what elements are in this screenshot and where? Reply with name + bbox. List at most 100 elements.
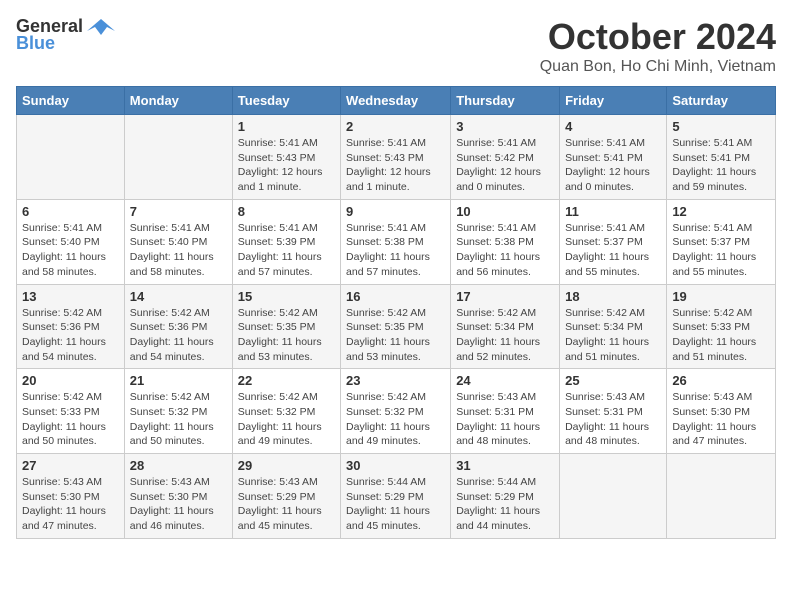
day-number: 4 (565, 119, 661, 134)
day-info: Sunrise: 5:44 AM Sunset: 5:29 PM Dayligh… (456, 475, 554, 534)
day-info: Sunrise: 5:41 AM Sunset: 5:41 PM Dayligh… (672, 136, 770, 195)
table-cell: 24Sunrise: 5:43 AM Sunset: 5:31 PM Dayli… (451, 369, 560, 454)
day-info: Sunrise: 5:42 AM Sunset: 5:33 PM Dayligh… (22, 390, 119, 449)
day-number: 29 (238, 458, 335, 473)
table-cell: 6Sunrise: 5:41 AM Sunset: 5:40 PM Daylig… (17, 199, 125, 284)
day-info: Sunrise: 5:41 AM Sunset: 5:37 PM Dayligh… (672, 221, 770, 280)
day-info: Sunrise: 5:42 AM Sunset: 5:36 PM Dayligh… (130, 306, 227, 365)
table-cell: 19 Sunrise: 5:42 AM Sunset: 5:33 PM Dayli… (667, 284, 776, 369)
day-number: 8 (238, 204, 335, 219)
title-section: October 2024 Quan Bon, Ho Chi Minh, Viet… (540, 16, 776, 76)
table-cell: 22 Sunrise: 5:42 AM Sunset: 5:32 PM Dayli… (232, 369, 340, 454)
header-thursday: Thursday (451, 87, 560, 115)
day-number: 11 (565, 204, 661, 219)
day-info: Sunrise: 5:42 AM Sunset: 5:32 PM Dayligh… (130, 390, 227, 449)
day-number: 19 (672, 289, 770, 304)
day-info: Sunrise: 5:43 AM Sunset: 5:31 PM Dayligh… (456, 390, 554, 449)
day-number: 20 (22, 373, 119, 388)
day-number: 13 (22, 289, 119, 304)
table-cell: 30Sunrise: 5:44 AM Sunset: 5:29 PM Dayli… (341, 454, 451, 539)
header-saturday: Saturday (667, 87, 776, 115)
calendar-title: October 2024 (540, 16, 776, 58)
day-info: Sunrise: 5:43 AM Sunset: 5:29 PM Dayligh… (238, 475, 335, 534)
day-number: 1 (238, 119, 335, 134)
day-info: Sunrise: 5:42 AM Sunset: 5:35 PM Dayligh… (238, 306, 335, 365)
day-info: Sunrise: 5:43 AM Sunset: 5:31 PM Dayligh… (565, 390, 661, 449)
header-tuesday: Tuesday (232, 87, 340, 115)
table-cell: 8 Sunrise: 5:41 AM Sunset: 5:39 PM Daylig… (232, 199, 340, 284)
table-cell: 15 Sunrise: 5:42 AM Sunset: 5:35 PM Dayli… (232, 284, 340, 369)
week-row-4: 20 Sunrise: 5:42 AM Sunset: 5:33 PM Dayli… (17, 369, 776, 454)
day-number: 16 (346, 289, 445, 304)
table-cell: 11 Sunrise: 5:41 AM Sunset: 5:37 PM Dayli… (560, 199, 667, 284)
week-row-3: 13 Sunrise: 5:42 AM Sunset: 5:36 PM Dayli… (17, 284, 776, 369)
logo: General Blue (16, 16, 115, 54)
table-cell: 2Sunrise: 5:41 AM Sunset: 5:43 PM Daylig… (341, 115, 451, 200)
table-cell: 21 Sunrise: 5:42 AM Sunset: 5:32 PM Dayli… (124, 369, 232, 454)
day-number: 3 (456, 119, 554, 134)
day-info: Sunrise: 5:43 AM Sunset: 5:30 PM Dayligh… (22, 475, 119, 534)
day-number: 28 (130, 458, 227, 473)
table-cell: 28 Sunrise: 5:43 AM Sunset: 5:30 PM Dayli… (124, 454, 232, 539)
day-info: Sunrise: 5:42 AM Sunset: 5:35 PM Dayligh… (346, 306, 445, 365)
table-cell: 14 Sunrise: 5:42 AM Sunset: 5:36 PM Dayli… (124, 284, 232, 369)
day-number: 22 (238, 373, 335, 388)
table-cell: 7 Sunrise: 5:41 AM Sunset: 5:40 PM Daylig… (124, 199, 232, 284)
table-cell: 1 Sunrise: 5:41 AM Sunset: 5:43 PM Daylig… (232, 115, 340, 200)
day-info: Sunrise: 5:41 AM Sunset: 5:39 PM Dayligh… (238, 221, 335, 280)
day-number: 9 (346, 204, 445, 219)
table-cell: 17Sunrise: 5:42 AM Sunset: 5:34 PM Dayli… (451, 284, 560, 369)
day-number: 15 (238, 289, 335, 304)
day-info: Sunrise: 5:41 AM Sunset: 5:38 PM Dayligh… (456, 221, 554, 280)
day-number: 14 (130, 289, 227, 304)
table-cell (17, 115, 125, 200)
day-info: Sunrise: 5:42 AM Sunset: 5:34 PM Dayligh… (456, 306, 554, 365)
day-number: 26 (672, 373, 770, 388)
table-cell: 12Sunrise: 5:41 AM Sunset: 5:37 PM Dayli… (667, 199, 776, 284)
day-info: Sunrise: 5:41 AM Sunset: 5:37 PM Dayligh… (565, 221, 661, 280)
day-info: Sunrise: 5:41 AM Sunset: 5:40 PM Dayligh… (130, 221, 227, 280)
day-number: 6 (22, 204, 119, 219)
day-info: Sunrise: 5:41 AM Sunset: 5:43 PM Dayligh… (238, 136, 335, 195)
week-row-2: 6 Sunrise: 5:41 AM Sunset: 5:40 PM Daylig… (17, 199, 776, 284)
logo-bird-icon (87, 17, 115, 37)
calendar-subtitle: Quan Bon, Ho Chi Minh, Vietnam (540, 58, 776, 76)
day-info: Sunrise: 5:43 AM Sunset: 5:30 PM Dayligh… (672, 390, 770, 449)
day-number: 31 (456, 458, 554, 473)
table-cell (124, 115, 232, 200)
table-cell: 26 Sunrise: 5:43 AM Sunset: 5:30 PM Dayli… (667, 369, 776, 454)
table-cell: 25 Sunrise: 5:43 AM Sunset: 5:31 PM Dayli… (560, 369, 667, 454)
day-number: 18 (565, 289, 661, 304)
table-cell: 31 Sunrise: 5:44 AM Sunset: 5:29 PM Dayli… (451, 454, 560, 539)
calendar-table: SundayMondayTuesdayWednesdayThursdayFrid… (16, 86, 776, 539)
table-cell: 18Sunrise: 5:42 AM Sunset: 5:34 PM Dayli… (560, 284, 667, 369)
day-info: Sunrise: 5:42 AM Sunset: 5:32 PM Dayligh… (238, 390, 335, 449)
day-info: Sunrise: 5:43 AM Sunset: 5:30 PM Dayligh… (130, 475, 227, 534)
day-info: Sunrise: 5:41 AM Sunset: 5:42 PM Dayligh… (456, 136, 554, 195)
day-info: Sunrise: 5:41 AM Sunset: 5:38 PM Dayligh… (346, 221, 445, 280)
day-number: 7 (130, 204, 227, 219)
day-number: 23 (346, 373, 445, 388)
day-info: Sunrise: 5:44 AM Sunset: 5:29 PM Dayligh… (346, 475, 445, 534)
table-cell: 13Sunrise: 5:42 AM Sunset: 5:36 PM Dayli… (17, 284, 125, 369)
header-sunday: Sunday (17, 87, 125, 115)
table-cell (667, 454, 776, 539)
day-number: 21 (130, 373, 227, 388)
page-header: General Blue October 2024 Quan Bon, Ho C… (16, 16, 776, 76)
header-wednesday: Wednesday (341, 87, 451, 115)
week-row-5: 27Sunrise: 5:43 AM Sunset: 5:30 PM Dayli… (17, 454, 776, 539)
header-friday: Friday (560, 87, 667, 115)
day-number: 10 (456, 204, 554, 219)
logo-blue-text: Blue (16, 33, 55, 54)
week-row-1: 1 Sunrise: 5:41 AM Sunset: 5:43 PM Daylig… (17, 115, 776, 200)
weekday-header-row: SundayMondayTuesdayWednesdayThursdayFrid… (17, 87, 776, 115)
table-cell: 20 Sunrise: 5:42 AM Sunset: 5:33 PM Dayli… (17, 369, 125, 454)
day-number: 25 (565, 373, 661, 388)
day-info: Sunrise: 5:42 AM Sunset: 5:33 PM Dayligh… (672, 306, 770, 365)
day-number: 2 (346, 119, 445, 134)
table-cell: 9 Sunrise: 5:41 AM Sunset: 5:38 PM Daylig… (341, 199, 451, 284)
table-cell: 5Sunrise: 5:41 AM Sunset: 5:41 PM Daylig… (667, 115, 776, 200)
table-cell (560, 454, 667, 539)
day-info: Sunrise: 5:41 AM Sunset: 5:41 PM Dayligh… (565, 136, 661, 195)
table-cell: 16 Sunrise: 5:42 AM Sunset: 5:35 PM Dayli… (341, 284, 451, 369)
